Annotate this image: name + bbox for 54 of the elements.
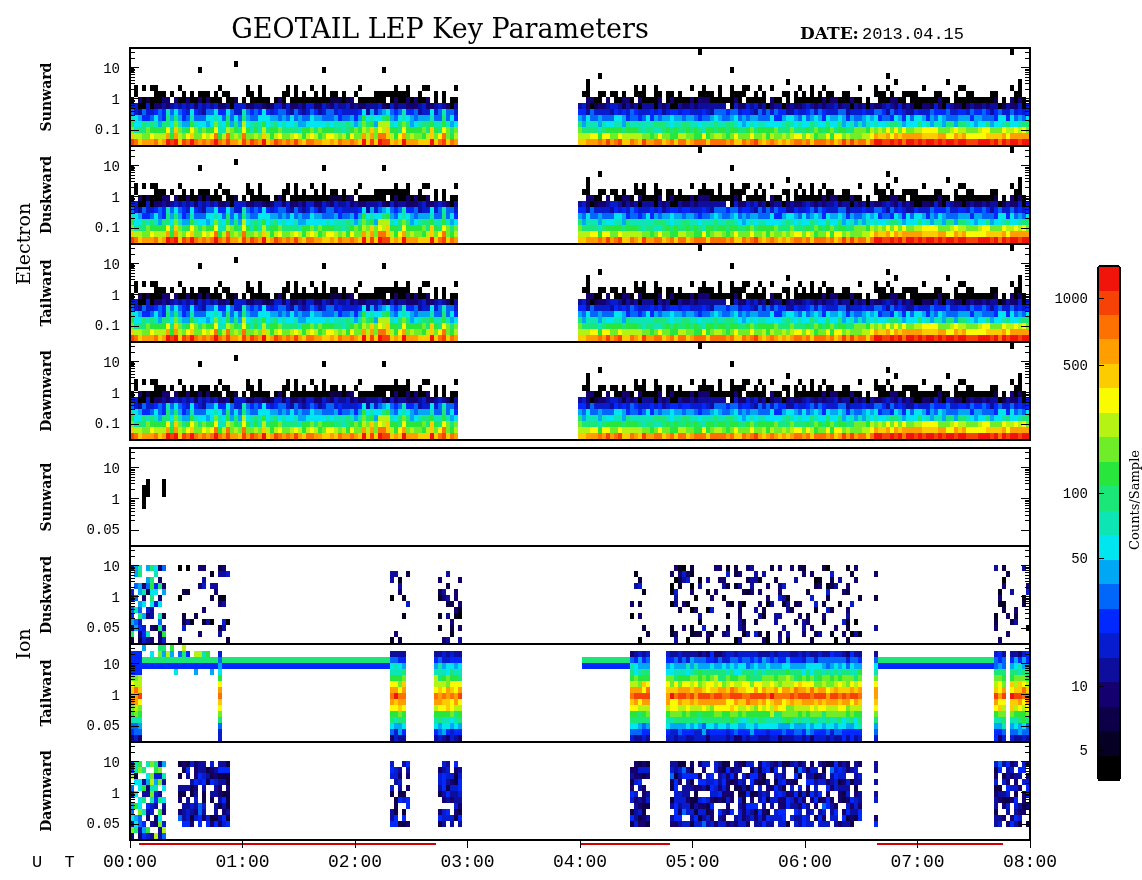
y-tick-label: 10 xyxy=(103,256,120,273)
y-tick-label: 10 xyxy=(103,558,120,575)
y-tick-label: 10 xyxy=(103,158,120,175)
panel-label: Dawnward xyxy=(38,750,54,832)
y-tick-label: 10 xyxy=(103,60,120,77)
x-tick-label: 04:00 xyxy=(553,852,607,872)
panel-label: Duskward xyxy=(38,155,54,235)
group-label: Ion xyxy=(12,628,34,660)
colorbar-tick-label: 1000 xyxy=(1054,291,1088,307)
y-tick-label: 1 xyxy=(111,589,120,606)
colorbar-tick-label: 100 xyxy=(1062,486,1088,502)
y-tick-label: 1 xyxy=(111,687,120,704)
colorbar-tick-label: 10 xyxy=(1071,679,1088,695)
group-label: Electron xyxy=(12,202,34,286)
x-tick-label: 05:00 xyxy=(665,852,720,872)
panel-label: Sunward xyxy=(38,462,54,532)
x-tick-label: 01:00 xyxy=(215,852,270,872)
y-tick-label: 0.1 xyxy=(94,318,120,335)
axis-label: U T xyxy=(32,853,81,872)
y-tick-label: 0.05 xyxy=(86,522,120,539)
x-tick-label: 06:00 xyxy=(778,852,832,872)
y-tick-label: 1 xyxy=(111,385,120,402)
y-tick-label: 0.05 xyxy=(86,620,120,637)
panel-label: Tailward xyxy=(38,659,54,727)
colorbar-tick-label: 5 xyxy=(1079,743,1088,759)
y-tick-label: 1 xyxy=(111,491,120,508)
y-tick-label: 10 xyxy=(103,656,120,673)
panel-label: Tailward xyxy=(38,259,54,327)
date-label: DATE: xyxy=(800,23,859,43)
y-tick-label: 0.1 xyxy=(94,416,120,433)
page-title: GEOTAIL LEP Key Parameters xyxy=(231,13,649,44)
x-tick-label: 00:00 xyxy=(103,852,157,872)
x-tick-label: 03:00 xyxy=(440,852,495,872)
x-tick-label: 02:00 xyxy=(328,852,382,872)
y-tick-label: 0.05 xyxy=(86,816,120,833)
panel-label: Dawnward xyxy=(38,350,54,432)
x-tick-label: 08:00 xyxy=(1003,852,1057,872)
x-tick-label: 07:00 xyxy=(890,852,945,872)
y-tick-label: 0.1 xyxy=(94,220,120,237)
panel-label: Duskward xyxy=(38,555,54,635)
colorbar-tick-label: 50 xyxy=(1071,551,1088,567)
y-tick-label: 1 xyxy=(111,91,120,108)
y-tick-label: 0.1 xyxy=(94,122,120,139)
colorbar-tick-label: 500 xyxy=(1062,358,1088,374)
y-tick-label: 10 xyxy=(103,460,120,477)
y-tick-label: 1 xyxy=(111,287,120,304)
colorbar-title: Counts/Sample xyxy=(1127,450,1142,550)
panel-label: Sunward xyxy=(38,62,54,132)
y-tick-label: 0.05 xyxy=(86,718,120,735)
y-tick-label: 1 xyxy=(111,785,120,802)
y-tick-label: 10 xyxy=(103,354,120,371)
y-tick-label: 1 xyxy=(111,189,120,206)
y-tick-label: 10 xyxy=(103,754,120,771)
date-value: 2013.04.15 xyxy=(862,25,965,44)
